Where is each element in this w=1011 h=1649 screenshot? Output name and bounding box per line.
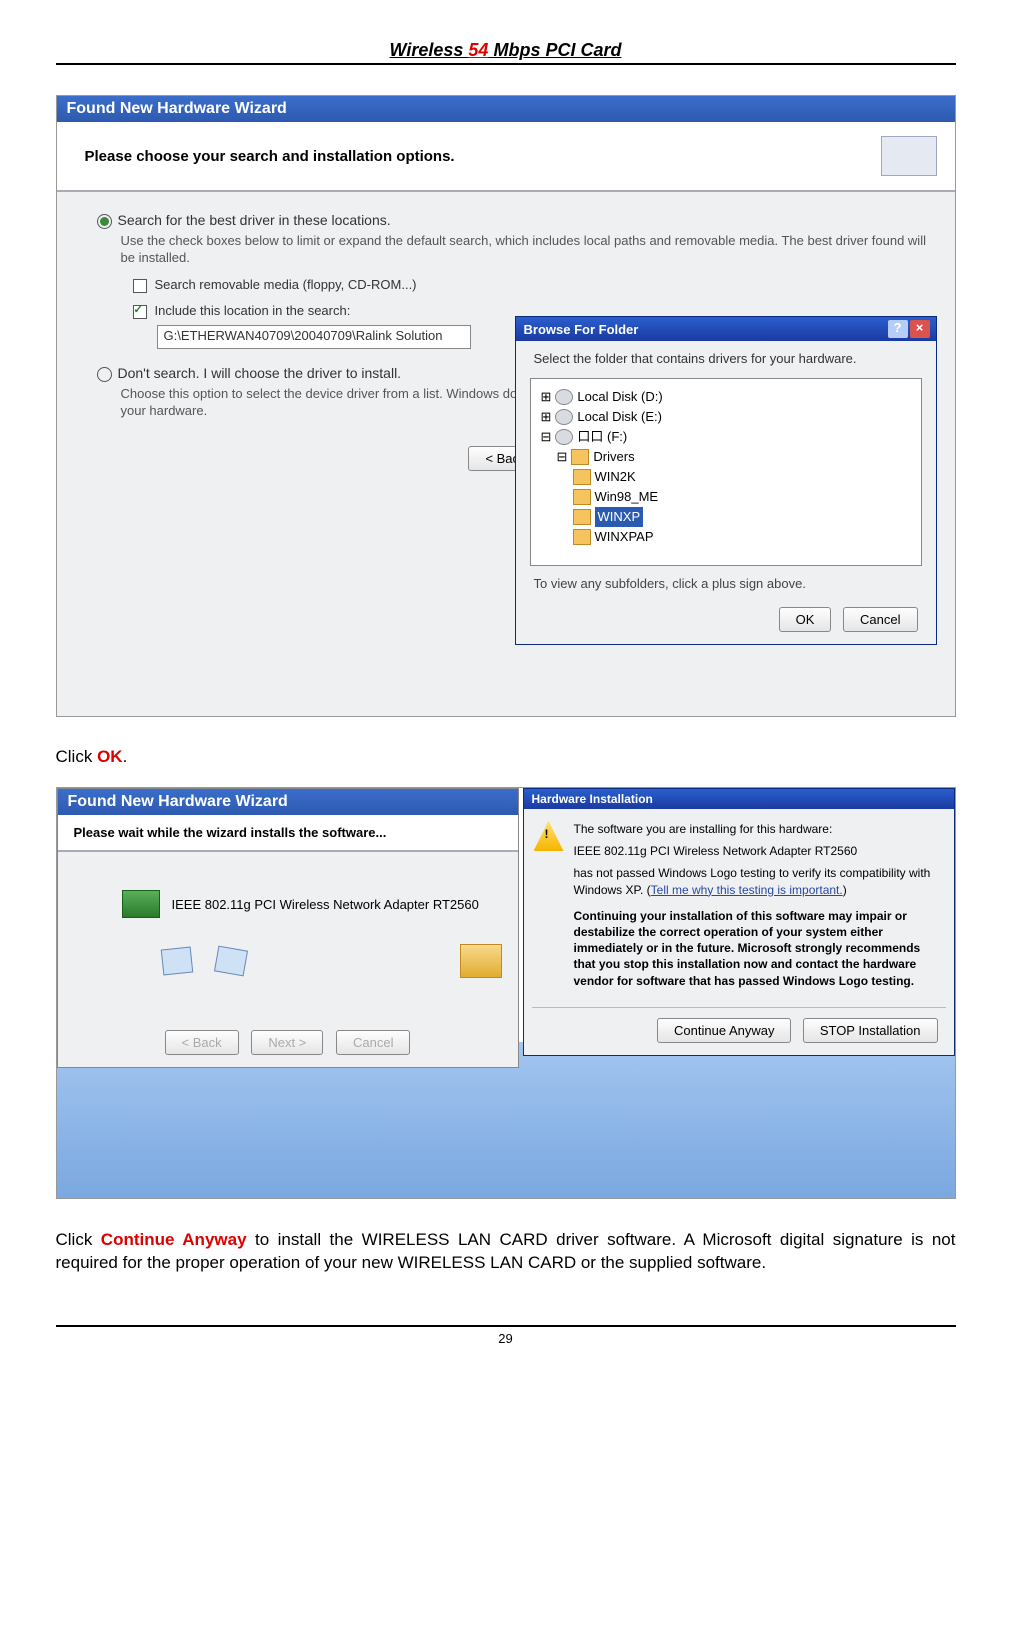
- checkbox-removable-label: Search removable media (floppy, CD-ROM..…: [155, 277, 417, 292]
- folder-icon: [460, 944, 502, 978]
- inst-pre: Click: [56, 1230, 101, 1249]
- header-red: 54: [468, 40, 488, 60]
- warning-icon: [534, 821, 564, 851]
- paper-icon: [160, 947, 193, 976]
- instruction-continue-anyway: Click Continue Anyway to install the WIR…: [56, 1229, 956, 1275]
- header-suffix: Mbps PCI Card: [488, 40, 621, 60]
- ok-button[interactable]: OK: [779, 607, 832, 632]
- stop-installation-button[interactable]: STOP Installation: [803, 1018, 938, 1043]
- folder-tree[interactable]: ⊞ Local Disk (D:) ⊞ Local Disk (E:) ⊟ 口口…: [530, 378, 922, 566]
- bff-message: Select the folder that contains drivers …: [516, 341, 936, 372]
- device-icon: [881, 136, 937, 176]
- hw-warning-bold: Continuing your installation of this sof…: [574, 908, 940, 989]
- wizard2-heading: Please wait while the wizard installs th…: [74, 825, 387, 840]
- continue-anyway-button[interactable]: Continue Anyway: [657, 1018, 791, 1043]
- inst-red: Continue Anyway: [101, 1230, 247, 1249]
- hardware-installation-dialog: Hardware Installation The software you a…: [523, 788, 955, 1056]
- tree-winxpap[interactable]: WINXPAP: [595, 527, 654, 547]
- wizard1-title: Found New Hardware Wizard: [57, 96, 955, 122]
- click-ok-red: OK: [97, 747, 123, 766]
- radio-dont-search[interactable]: [97, 367, 112, 382]
- tree-d[interactable]: Local Disk (D:): [577, 387, 662, 407]
- hw-line1: The software you are installing for this…: [574, 821, 940, 837]
- folder-icon: [573, 529, 591, 545]
- disk-icon: [555, 409, 573, 425]
- hw-l3b: ): [843, 883, 847, 897]
- disk-icon: [555, 389, 573, 405]
- back-button: < Back: [165, 1030, 239, 1055]
- header-prefix: Wireless: [390, 40, 469, 60]
- tree-f[interactable]: 口口 (F:): [577, 427, 627, 447]
- cancel-button: Cancel: [336, 1030, 410, 1055]
- next-button: Next >: [251, 1030, 323, 1055]
- radio-search-best-desc: Use the check boxes below to limit or ex…: [121, 233, 935, 267]
- tree-drivers[interactable]: Drivers: [593, 447, 634, 467]
- bff-hint: To view any subfolders, click a plus sig…: [516, 572, 936, 601]
- radio-dont-search-label: Don't search. I will choose the driver t…: [118, 365, 402, 381]
- install-wizard: Found New Hardware Wizard Please wait wh…: [57, 788, 519, 1068]
- checkbox-removable[interactable]: [133, 279, 147, 293]
- disk-icon: [555, 429, 573, 445]
- figure-1: Found New Hardware Wizard Please choose …: [56, 95, 956, 717]
- wizard2-title: Found New Hardware Wizard: [58, 789, 518, 815]
- paper-icon: [213, 946, 247, 977]
- cancel-button[interactable]: Cancel: [843, 607, 917, 632]
- hw-link[interactable]: Tell me why this testing is important.: [651, 883, 843, 897]
- folder-icon: [573, 489, 591, 505]
- wizard1-heading: Please choose your search and installati…: [85, 148, 455, 165]
- click-ok-pre: Click: [56, 747, 98, 766]
- browse-for-folder-dialog: Browse For Folder ? × Select the folder …: [515, 316, 937, 645]
- hw-device: IEEE 802.11g PCI Wireless Network Adapte…: [574, 843, 940, 859]
- folder-icon: [573, 509, 591, 525]
- tree-win2k[interactable]: WIN2K: [595, 467, 636, 487]
- checkbox-include-location-label: Include this location in the search:: [155, 303, 351, 318]
- footer-separator: [56, 1325, 956, 1327]
- hw-title: Hardware Installation: [524, 789, 954, 809]
- tree-win98[interactable]: Win98_ME: [595, 487, 659, 507]
- close-icon[interactable]: ×: [910, 320, 930, 338]
- path-input[interactable]: G:\ETHERWAN40709\20040709\Ralink Solutio…: [157, 325, 471, 349]
- radio-search-best[interactable]: [97, 214, 112, 229]
- folder-icon: [573, 469, 591, 485]
- chip-icon: [122, 890, 160, 918]
- instruction-click-ok: Click OK.: [56, 747, 956, 767]
- bff-title: Browse For Folder: [524, 322, 639, 337]
- tree-e[interactable]: Local Disk (E:): [577, 407, 662, 427]
- help-icon[interactable]: ?: [888, 320, 908, 338]
- device-name: IEEE 802.11g PCI Wireless Network Adapte…: [172, 897, 479, 912]
- click-ok-post: .: [123, 747, 128, 766]
- page-number: 29: [56, 1331, 956, 1346]
- checkbox-include-location[interactable]: [133, 305, 147, 319]
- radio-search-best-label: Search for the best driver in these loca…: [118, 212, 391, 228]
- figure-2: Found New Hardware Wizard Please wait wh…: [56, 787, 956, 1199]
- tree-winxp[interactable]: WINXP: [595, 507, 644, 527]
- folder-icon: [571, 449, 589, 465]
- page-header: Wireless 54 Mbps PCI Card: [56, 40, 956, 65]
